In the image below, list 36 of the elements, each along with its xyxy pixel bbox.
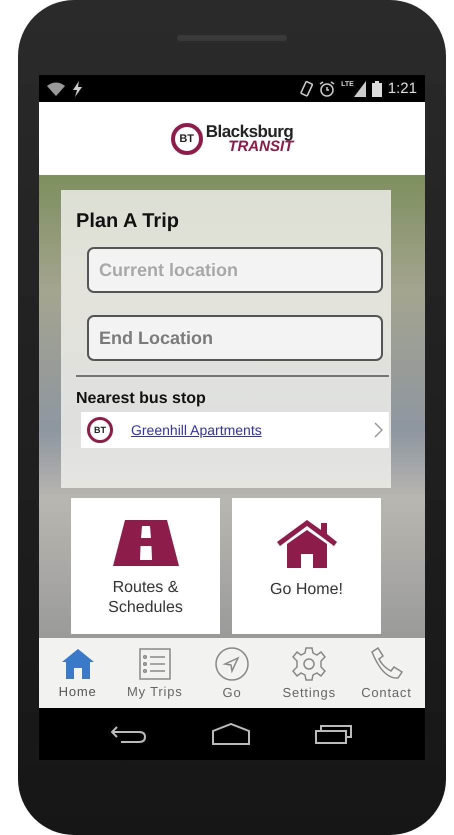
location-field[interactable]: End Location [87, 315, 383, 361]
tab[interactable]: My Trips [116, 638, 194, 708]
shortcut-tile[interactable]: Go Home! [232, 498, 381, 634]
phone-icon [369, 646, 404, 680]
card-title: Plan A Trip [76, 210, 180, 233]
logo-badge: BT [170, 122, 203, 154]
home-button-icon[interactable] [211, 723, 251, 745]
bus-stop-link[interactable]: Greenhill Apartments [131, 422, 356, 438]
tile-label: Routes & Schedules [107, 578, 184, 618]
tab[interactable]: Contact [348, 638, 426, 708]
home-icon [60, 648, 95, 680]
road-icon [112, 520, 178, 566]
tab[interactable]: Go [193, 638, 271, 708]
wifi-icon [47, 82, 65, 96]
tile-label: Go Home! [269, 580, 344, 600]
lightning-icon [71, 80, 83, 96]
chevron-icon [374, 422, 383, 438]
house-icon [276, 520, 336, 568]
location-field[interactable]: Current location [87, 247, 383, 293]
list-icon [138, 648, 171, 680]
clock-time: 1:21 [388, 80, 417, 97]
alarm-icon [319, 80, 336, 96]
section-heading: Nearest bus stop [76, 390, 207, 408]
shortcut-tile[interactable]: Routes & Schedules [71, 498, 220, 634]
settings-icon [292, 646, 326, 680]
recent-apps-icon[interactable] [315, 724, 353, 744]
signal-icon [354, 80, 366, 96]
rotate-icon [299, 80, 314, 96]
bus-stop-row[interactable]: BT Greenhill Apartments [81, 412, 389, 448]
logo-subtitle: TRANSIT [228, 140, 294, 154]
battery-icon [372, 80, 382, 96]
tab[interactable]: Home [39, 638, 116, 708]
back-icon[interactable] [111, 724, 147, 744]
tab[interactable]: Settings [270, 638, 348, 708]
stop-badge: BT [87, 417, 113, 443]
logo-name: Blacksburg [206, 123, 294, 140]
